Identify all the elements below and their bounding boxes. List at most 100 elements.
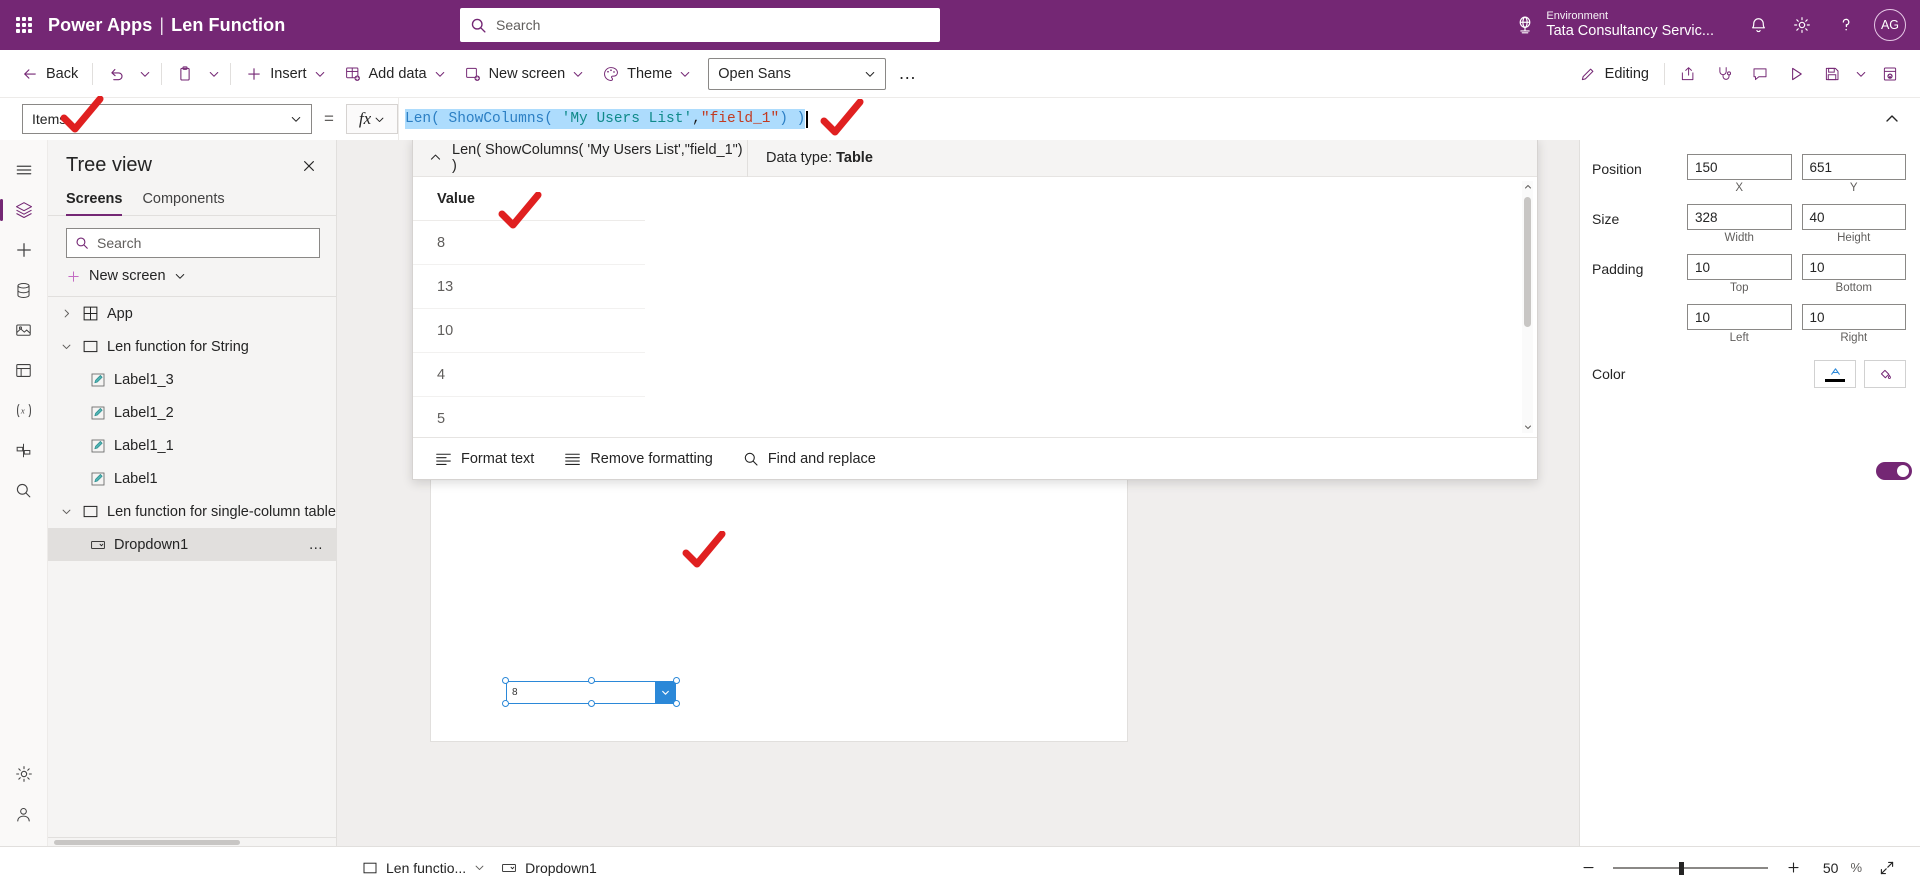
rail-menu-button[interactable]: [4, 150, 44, 190]
dropdown1-control[interactable]: 8: [502, 677, 680, 707]
chevron-down-icon[interactable]: [655, 682, 675, 703]
editing-mode-button[interactable]: Editing: [1569, 57, 1659, 91]
chevron-down-icon[interactable]: [58, 506, 74, 517]
scroll-down-arrow-icon[interactable]: [1522, 421, 1533, 433]
paste-dropdown[interactable]: [203, 57, 225, 91]
rail-insert-button[interactable]: [4, 230, 44, 270]
results-vertical-scrollbar[interactable]: [1522, 181, 1533, 433]
user-avatar[interactable]: AG: [1874, 9, 1906, 41]
size-label: Size: [1592, 211, 1620, 227]
rail-tree-view-button[interactable]: [0, 190, 44, 230]
resize-handle-n[interactable]: [588, 677, 595, 684]
chevron-right-icon[interactable]: [58, 308, 74, 319]
settings-button[interactable]: [1780, 0, 1824, 50]
scrollbar-thumb[interactable]: [1524, 197, 1531, 327]
tree-node-app[interactable]: App: [48, 297, 336, 330]
zoom-slider-knob[interactable]: [1678, 861, 1684, 875]
zoom-in-button[interactable]: [1780, 855, 1806, 881]
rail-data-button[interactable]: [4, 270, 44, 310]
format-text-button[interactable]: Format text: [435, 451, 534, 467]
save-dropdown[interactable]: [1850, 57, 1872, 91]
rail-settings-button[interactable]: [4, 754, 44, 794]
resize-handle-nw[interactable]: [502, 677, 509, 684]
save-button[interactable]: [1814, 57, 1850, 91]
comments-button[interactable]: [1742, 57, 1778, 91]
theme-button[interactable]: Theme: [593, 57, 700, 91]
tree-horizontal-scrollbar[interactable]: [48, 837, 336, 846]
property-selector[interactable]: Items: [22, 104, 312, 134]
fx-button[interactable]: fx: [346, 104, 398, 134]
app-launcher-waffle-icon[interactable]: [0, 0, 48, 50]
padding-right-input[interactable]: 10: [1801, 304, 1906, 330]
share-button[interactable]: [1670, 57, 1706, 91]
size-height-input[interactable]: 40: [1801, 204, 1906, 230]
tree-node-overflow-button[interactable]: …: [309, 537, 325, 553]
remove-formatting-button[interactable]: Remove formatting: [564, 451, 713, 467]
resize-handle-s[interactable]: [588, 700, 595, 707]
undo-dropdown[interactable]: [134, 57, 156, 91]
statusbar-screen-chip[interactable]: Len functio...: [354, 853, 493, 883]
tree-node-label1-1[interactable]: Label1_1: [48, 429, 336, 462]
global-search-input[interactable]: Search: [460, 8, 940, 42]
font-color-picker[interactable]: [1814, 360, 1856, 388]
help-button[interactable]: [1824, 0, 1868, 50]
resize-handle-ne[interactable]: [673, 677, 680, 684]
collapse-formula-bar-button[interactable]: [1872, 111, 1912, 127]
tree-node-label1-3[interactable]: Label1_3: [48, 363, 336, 396]
more-commands-button[interactable]: …: [886, 57, 929, 91]
back-button[interactable]: Back: [12, 57, 87, 91]
find-and-replace-button[interactable]: Find and replace: [743, 451, 876, 467]
statusbar-control-chip[interactable]: Dropdown1: [493, 853, 605, 883]
app-checker-button[interactable]: [1706, 57, 1742, 91]
tab-screens[interactable]: Screens: [66, 185, 123, 216]
tree-node-len-function-for-string[interactable]: Len function for String: [48, 330, 336, 363]
tree-scroll-thumb[interactable]: [54, 840, 240, 845]
resize-handle-se[interactable]: [673, 700, 680, 707]
tab-components[interactable]: Components: [142, 185, 224, 215]
padding-left-input[interactable]: 10: [1687, 304, 1792, 330]
formula-input[interactable]: Len( ShowColumns( 'My Users List',"field…: [398, 98, 1872, 140]
chevron-down-icon[interactable]: [58, 341, 74, 352]
overlay-expression[interactable]: Len( ShowColumns( 'My Users List',"field…: [413, 142, 747, 174]
rail-components-button[interactable]: [4, 430, 44, 470]
rail-media-button[interactable]: [4, 310, 44, 350]
chevron-down-icon[interactable]: [474, 862, 485, 873]
stethoscope-icon: [1715, 65, 1733, 83]
paste-button[interactable]: [167, 57, 203, 91]
tree-node-dropdown1[interactable]: Dropdown1 …: [48, 528, 336, 561]
position-y-input[interactable]: 651: [1801, 154, 1906, 180]
environment-selector[interactable]: Environment Tata Consultancy Servic...: [1514, 10, 1714, 39]
new-screen-button[interactable]: New screen: [455, 57, 594, 91]
zoom-out-button[interactable]: [1575, 855, 1601, 881]
tree-node-label1-2[interactable]: Label1_2: [48, 396, 336, 429]
chevron-up-icon[interactable]: [429, 151, 442, 164]
add-data-button[interactable]: Add data: [335, 57, 455, 91]
properties-toggle-switch[interactable]: [1876, 462, 1912, 480]
preview-button[interactable]: [1778, 57, 1814, 91]
pencil-icon: [1579, 65, 1597, 83]
rail-account-button[interactable]: [4, 794, 44, 834]
undo-button[interactable]: [98, 57, 134, 91]
position-x-input[interactable]: 150: [1687, 154, 1792, 180]
notifications-button[interactable]: [1736, 0, 1780, 50]
rail-formulas-button[interactable]: [4, 350, 44, 390]
fit-to-screen-button[interactable]: [1874, 855, 1900, 881]
zoom-slider[interactable]: [1613, 860, 1769, 876]
new-screen-tree-button[interactable]: New screen: [48, 258, 336, 296]
padding-bottom-input[interactable]: 10: [1801, 254, 1906, 280]
palette-icon: [602, 65, 620, 83]
padding-top-input[interactable]: 10: [1687, 254, 1792, 280]
font-family-select[interactable]: Open Sans: [708, 57, 887, 90]
rail-variables-button[interactable]: x: [4, 390, 44, 430]
tree-node-len-function-for-single-column-table[interactable]: Len function for single-column table: [48, 495, 336, 528]
publish-button[interactable]: [1872, 57, 1908, 91]
tree-search-input[interactable]: Search: [66, 228, 320, 258]
rail-search-button[interactable]: [4, 470, 44, 510]
tree-node-label1[interactable]: Label1: [48, 462, 336, 495]
insert-button[interactable]: Insert: [236, 57, 334, 91]
size-width-input[interactable]: 328: [1687, 204, 1792, 230]
close-tree-view-button[interactable]: [298, 155, 320, 177]
fill-color-picker[interactable]: [1864, 360, 1906, 388]
scroll-up-arrow-icon[interactable]: [1522, 181, 1533, 193]
resize-handle-sw[interactable]: [502, 700, 509, 707]
